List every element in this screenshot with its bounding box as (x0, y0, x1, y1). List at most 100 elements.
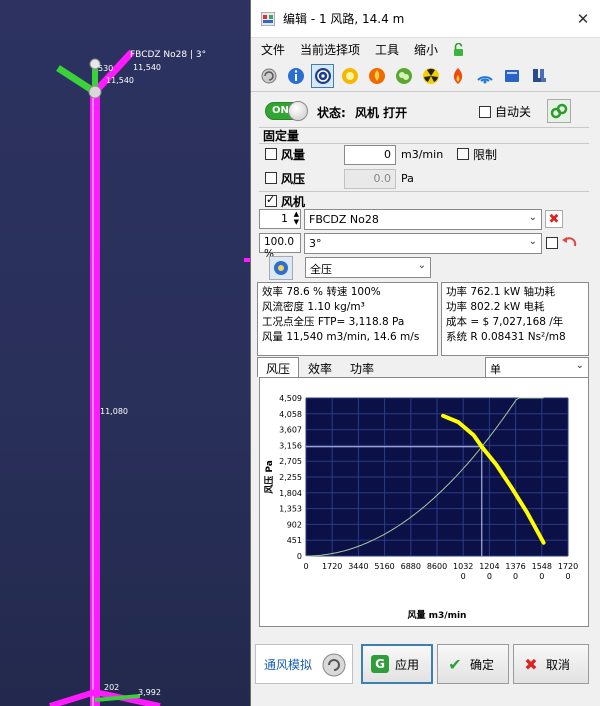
ok-button[interactable]: ✔ 确定 (437, 644, 509, 684)
x-tick-label: 1720 (558, 562, 578, 571)
label-left-flow: 11,540 (106, 76, 134, 85)
fan-power-info: 功率 762.1 kW 轴功耗 功率 802.2 kW 电耗 成本 = $ 7,… (441, 282, 589, 356)
x-tick-label: 0 (303, 562, 308, 571)
x-tick-label: 1376 (505, 562, 525, 571)
auto-off-label: 自动关 (495, 105, 532, 119)
label-mid-flow: 11,080 (100, 407, 128, 416)
radiation-icon[interactable] (419, 64, 442, 88)
label-bottom-a: 3,992 (138, 688, 161, 697)
tab-power[interactable]: 功率 (341, 357, 383, 377)
y-tick-label: 3,607 (279, 426, 302, 435)
y-tick-label: 902 (287, 520, 302, 529)
auto-off-checkbox[interactable] (479, 106, 491, 118)
fan-icon[interactable] (311, 63, 334, 88)
info-line: 功率 762.1 kW 轴功耗 (446, 286, 556, 298)
fixed-pressure-input[interactable]: 0.0 (344, 169, 396, 189)
refresh-icon[interactable] (257, 64, 280, 88)
apply-button[interactable]: G 应用 (361, 644, 433, 684)
close-icon[interactable]: ✕ (566, 10, 600, 28)
junction-node[interactable] (88, 85, 102, 99)
ok-label: 确定 (470, 657, 495, 672)
fixed-flow-input[interactable]: 0 (344, 145, 396, 165)
menu-current-selection[interactable]: 当前选择项 (300, 41, 360, 58)
curve-tabs: 风压 效率 功率 (257, 357, 383, 377)
info-icon[interactable] (284, 64, 307, 88)
x-tick-label: 1204 (479, 562, 499, 571)
limit-label: 限制 (473, 148, 498, 162)
fan-speed-input[interactable]: 100.0 % (259, 233, 301, 260)
y-tick-label: 4,509 (279, 394, 302, 403)
info-line: 风流密度 1.10 kg/m³ (262, 301, 365, 313)
x-tick-label: 1548 (532, 562, 552, 571)
fire-icon[interactable] (365, 64, 388, 88)
delete-fan-button[interactable]: ✖ (545, 210, 563, 228)
label-fan-name: FBCDZ No28 | 3° (130, 50, 207, 60)
network-view (49, 49, 250, 706)
tab-efficiency[interactable]: 效率 (299, 357, 341, 377)
label-small-num: 530 (98, 64, 114, 73)
flame-icon[interactable] (446, 64, 469, 88)
delete-icon: ✖ (548, 211, 560, 227)
toolbar (251, 60, 600, 92)
fan-model-select[interactable]: FBCDZ No28 ⌄ (304, 209, 542, 230)
curve-unit-value: 单 (490, 363, 501, 376)
boots-icon[interactable] (527, 64, 550, 88)
book-icon[interactable] (500, 64, 523, 88)
sun-icon[interactable] (338, 64, 361, 88)
menu-tools[interactable]: 工具 (375, 41, 399, 58)
edit-dialog: 编辑 - 1 风路, 14.4 m ✕ 文件 当前选择项 工具 缩小 ON 状态… (250, 0, 600, 706)
cancel-icon: ✖ (524, 654, 538, 674)
curve-unit-select[interactable]: 单 ⌄ (485, 357, 589, 378)
cancel-button[interactable]: ✖ 取消 (513, 644, 589, 684)
y-tick-label: 3,156 (279, 441, 302, 450)
spinner-arrows[interactable]: ▲ ▼ (294, 210, 299, 226)
separator (259, 143, 589, 144)
fixed-pressure-checkbox[interactable] (265, 172, 277, 184)
lock-icon[interactable] (453, 42, 464, 56)
reverse-checkbox[interactable] (546, 237, 558, 249)
cancel-label: 取消 (546, 657, 571, 672)
apply-label: 应用 (395, 657, 420, 672)
fan-model-value: FBCDZ No28 (309, 213, 379, 226)
menu-file[interactable]: 文件 (261, 41, 285, 58)
fixed-flow-checkbox[interactable] (265, 148, 277, 160)
info-line: 效率 78.6 % 转速 100% (262, 286, 381, 298)
fan-on-toggle[interactable]: ON (265, 101, 308, 121)
y-tick-label: 4,058 (279, 410, 302, 419)
separator (259, 127, 589, 128)
limit-checkbox[interactable] (457, 148, 469, 160)
wifi-icon[interactable] (473, 64, 496, 88)
branch-left[interactable] (56, 65, 97, 95)
chevron-down-icon: ⌄ (528, 212, 537, 223)
smoke-icon[interactable] (392, 64, 415, 88)
fan-angle-select[interactable]: 3° ⌄ (304, 233, 542, 254)
airway-pipe[interactable] (90, 92, 100, 706)
x-tick-label-cont: 0 (461, 572, 466, 581)
menu-bar: 文件 当前选择项 工具 缩小 (251, 38, 600, 60)
bottom-branch-left[interactable] (49, 689, 96, 706)
fixed-pressure-unit: Pa (401, 172, 414, 185)
fan-database-button[interactable] (269, 256, 293, 280)
auto-off-settings-button[interactable] (547, 99, 571, 123)
fan-count-value: 1 (281, 212, 288, 225)
x-tick-label: 8600 (427, 562, 447, 571)
fixed-section-title: 固定量 (263, 129, 300, 143)
fan-count-spinner[interactable]: 1 ▲ ▼ (259, 209, 301, 229)
x-tick-label-cont: 0 (539, 572, 544, 581)
status-label: 状态: (317, 106, 346, 120)
ventilation-simulate-button[interactable]: 通风模拟 (255, 644, 353, 684)
title-bar[interactable]: 编辑 - 1 风路, 14.4 m ✕ (251, 0, 600, 38)
fixed-flow-label: 风量 (281, 148, 306, 162)
separator (259, 191, 589, 192)
label-top-flow: 11,540 (133, 63, 161, 72)
toggle-knob (288, 101, 308, 121)
button-row: 通风模拟 G 应用 ✔ 确定 ✖ 取消 (251, 640, 600, 688)
info-line: 风量 11,540 m3/min, 14.6 m/s (262, 331, 420, 343)
fan-checkbox[interactable] (265, 193, 277, 207)
fixed-pressure-label: 风压 (281, 172, 306, 186)
tab-pressure[interactable]: 风压 (257, 357, 300, 377)
menu-shrink[interactable]: 缩小 (414, 41, 438, 58)
pressure-mode-select[interactable]: 全压 ⌄ (305, 257, 431, 278)
undo-arrow-icon[interactable] (561, 234, 577, 250)
y-tick-label: 1,804 (279, 489, 302, 498)
